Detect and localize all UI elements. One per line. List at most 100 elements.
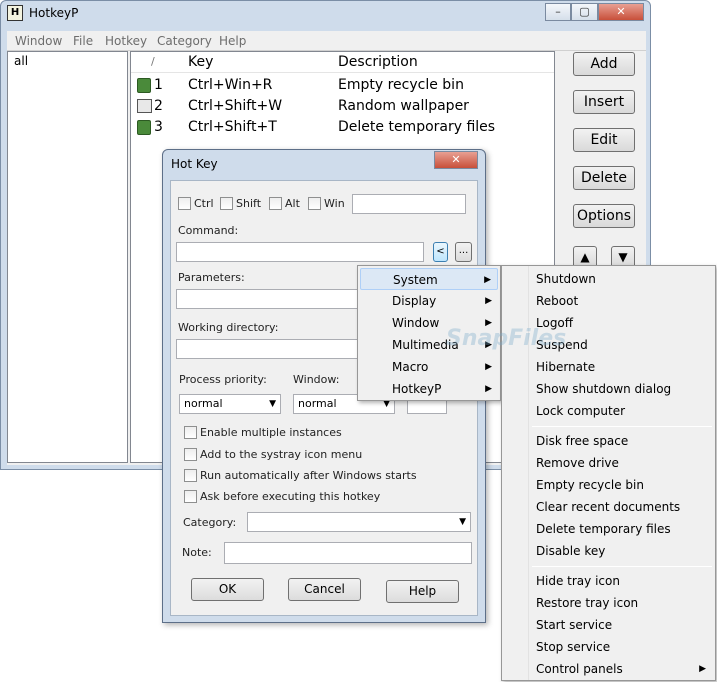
delete-button[interactable]: Delete [573,166,635,190]
process-priority-select[interactable]: normal ▼ [179,394,281,414]
menu-item-start-service[interactable]: Start service [536,614,712,636]
systray-checkbox[interactable] [184,448,197,461]
menu-separator [532,426,712,427]
table-row[interactable]: 1 Ctrl+Win+R Empty recycle bin [135,75,551,96]
close-button[interactable]: ✕ [598,3,644,21]
cancel-button[interactable]: Cancel [288,578,361,601]
maximize-button[interactable]: ▢ [571,3,598,21]
menu-item-remove-drive[interactable]: Remove drive [536,452,712,474]
command-menu-button[interactable]: < [433,242,448,262]
menu-item-system[interactable]: System ▶ [360,268,498,290]
menu-item-restore-tray-icon[interactable]: Restore tray icon [536,592,712,614]
menu-item-display[interactable]: Display ▶ [360,290,498,312]
table-row[interactable]: 2 Ctrl+Shift+W Random wallpaper [135,96,551,117]
menu-item-disk-free-space[interactable]: Disk free space [536,430,712,452]
win-checkbox[interactable] [308,197,321,210]
ctrl-checkbox[interactable] [178,197,191,210]
process-priority-value: normal [184,397,223,410]
table-row[interactable]: 3 Ctrl+Shift+T Delete temporary files [135,117,551,138]
row-description: Delete temporary files [338,119,496,135]
systray-label: Add to the systray icon menu [200,448,363,461]
multiple-instances-label: Enable multiple instances [200,426,342,439]
row-description: Random wallpaper [338,98,469,114]
menu-item-reboot[interactable]: Reboot [536,290,712,312]
chevron-right-icon: ▶ [484,275,491,285]
options-button[interactable]: Options [573,204,635,228]
ok-button[interactable]: OK [191,578,264,601]
parameters-label: Parameters: [178,271,245,284]
ask-before-label: Ask before executing this hotkey [200,490,381,503]
insert-button[interactable]: Insert [573,90,635,114]
menu-window[interactable]: Window [15,34,62,48]
row-number: 2 [154,98,163,114]
menu-item-clear-recent-documents[interactable]: Clear recent documents [536,496,712,518]
menu-separator [532,566,712,567]
command-label: Command: [178,224,239,237]
tree-item-all[interactable]: all [14,54,28,68]
menu-category[interactable]: Category [157,34,212,48]
column-header-num[interactable]: / [151,52,155,72]
add-button[interactable]: Add [573,52,635,76]
column-header-description[interactable]: Description [338,52,418,72]
menu-bar: Window File Hotkey Category Help [7,31,646,51]
menu-help[interactable]: Help [219,34,246,48]
note-label: Note: [182,546,212,559]
menu-item-label: HotkeyP [392,382,442,396]
menu-item-hide-tray-icon[interactable]: Hide tray icon [536,570,712,592]
chevron-down-icon: ▼ [459,517,466,527]
row-description: Empty recycle bin [338,77,464,93]
menu-item-label: System [393,273,438,287]
chevron-right-icon: ▶ [699,664,706,674]
menu-item-hotkeyp[interactable]: HotkeyP ▶ [360,378,498,400]
shift-checkbox[interactable] [220,197,233,210]
row-number: 3 [154,119,163,135]
menu-item-lock-computer[interactable]: Lock computer [536,400,712,422]
menu-item-hibernate[interactable]: Hibernate [536,356,712,378]
minimize-button[interactable]: – [545,3,571,21]
menu-item-delete-temporary-files[interactable]: Delete temporary files [536,518,712,540]
menu-hotkey[interactable]: Hotkey [105,34,147,48]
autorun-label: Run automatically after Windows starts [200,469,417,482]
column-header-key[interactable]: Key [188,52,213,72]
dialog-close-button[interactable]: ✕ [434,151,478,169]
command-input[interactable] [176,242,424,262]
window-title: HotkeyP [29,6,79,20]
category-tree[interactable]: all [7,51,128,463]
row-key: Ctrl+Shift+W [188,98,283,114]
menu-item-disable-key[interactable]: Disable key [536,540,712,562]
category-select[interactable]: ▼ [247,512,471,532]
win-label: Win [324,197,345,210]
note-input[interactable] [224,542,472,564]
menu-item-empty-recycle-bin[interactable]: Empty recycle bin [536,474,712,496]
category-label: Category: [183,516,237,529]
menu-item-shutdown[interactable]: Shutdown [536,268,712,290]
chevron-down-icon: ▼ [269,399,276,409]
multiple-instances-checkbox[interactable] [184,426,197,439]
edit-button[interactable]: Edit [573,128,635,152]
window-label: Window: [293,373,340,386]
process-priority-label: Process priority: [179,373,267,386]
menu-item-label: Control panels [536,662,623,676]
help-button[interactable]: Help [386,580,459,603]
browse-button[interactable]: ... [455,242,472,262]
row-key: Ctrl+Win+R [188,77,273,93]
window-value: normal [298,397,337,410]
menu-item-macro[interactable]: Macro ▶ [360,356,498,378]
menu-item-show-shutdown-dialog[interactable]: Show shutdown dialog [536,378,712,400]
ctrl-label: Ctrl [194,197,214,210]
chevron-right-icon: ▶ [485,296,492,306]
menu-file[interactable]: File [73,34,93,48]
menu-item-stop-service[interactable]: Stop service [536,636,712,658]
row-number: 1 [154,77,163,93]
autorun-checkbox[interactable] [184,469,197,482]
alt-checkbox[interactable] [269,197,282,210]
hotkey-input[interactable] [352,194,466,214]
shift-label: Shift [236,197,262,210]
menu-item-label: Window [392,316,440,330]
app-icon: H [7,5,23,21]
chevron-right-icon: ▶ [485,384,492,394]
ask-before-checkbox[interactable] [184,490,197,503]
menu-item-control-panels[interactable]: Control panels ▶ [536,658,712,680]
recycle-bin-icon [137,120,151,135]
alt-label: Alt [285,197,300,210]
